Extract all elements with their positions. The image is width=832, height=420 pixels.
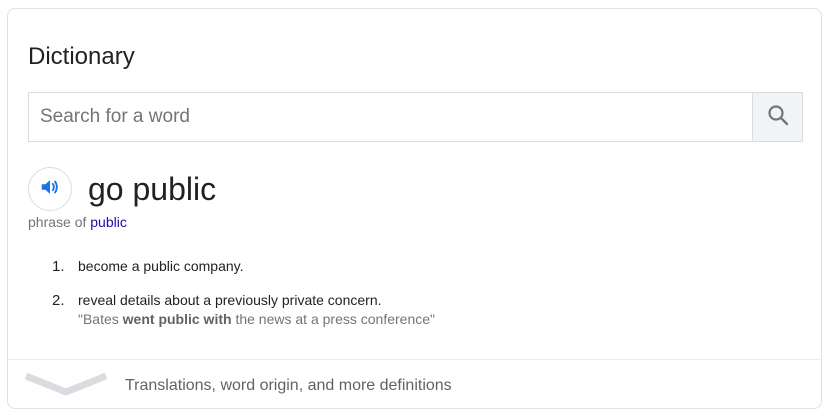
- definition-text: become a public company.: [78, 258, 244, 274]
- root-word-link[interactable]: public: [90, 214, 127, 230]
- headword: go public: [88, 171, 217, 207]
- definition-number: 1.: [52, 258, 65, 275]
- usage-example: "Bates went public with the news at a pr…: [78, 310, 435, 329]
- search-input[interactable]: [29, 93, 752, 141]
- search-box: [28, 92, 803, 142]
- pronunciation-audio-button[interactable]: [28, 167, 72, 211]
- phrase-of-prefix: phrase of: [28, 214, 87, 230]
- definition-text: reveal details about a previously privat…: [78, 292, 382, 308]
- search-icon: [766, 103, 790, 132]
- chevron-down-icon: [24, 372, 108, 400]
- card-title: Dictionary: [28, 43, 135, 70]
- search-button[interactable]: [752, 93, 802, 141]
- usage-example-highlight: went public with: [122, 311, 232, 327]
- definition-number: 2.: [52, 292, 65, 309]
- more-definitions-toggle[interactable]: Translations, word origin, and more defi…: [8, 360, 821, 408]
- usage-example-open: "Bates: [78, 311, 123, 327]
- dictionary-card: Dictionary go public phrase of public 1.: [7, 8, 822, 409]
- phrase-of: phrase of public: [28, 212, 127, 232]
- more-definitions-label: Translations, word origin, and more defi…: [125, 377, 452, 394]
- speaker-icon: [39, 176, 61, 203]
- usage-example-close: the news at a press conference": [231, 311, 435, 327]
